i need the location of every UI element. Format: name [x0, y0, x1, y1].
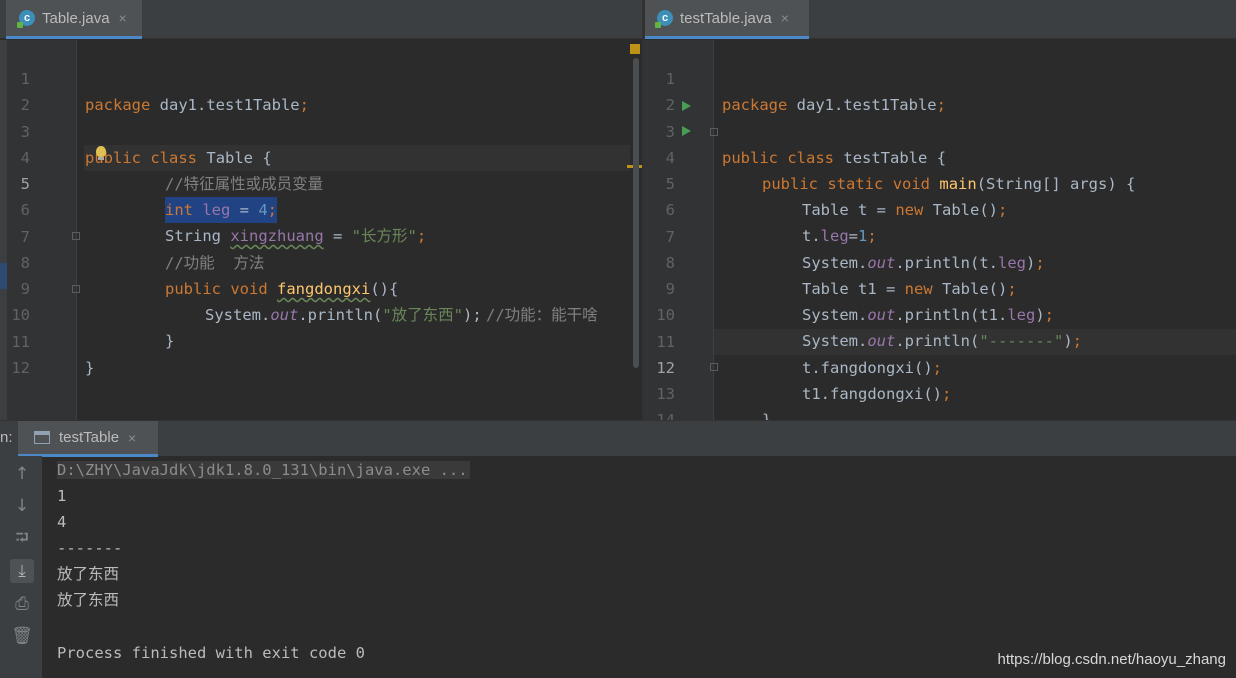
- java-class-icon: c: [655, 10, 673, 28]
- code-line: 7 System.out.println(t.leg);: [665, 228, 1045, 272]
- close-icon[interactable]: ×: [128, 430, 136, 446]
- code-line: 11 }: [11, 333, 95, 377]
- scroll-to-end-icon[interactable]: ⤓: [10, 559, 34, 583]
- console-icon: [34, 431, 50, 444]
- code-line: 11 t.fangdongxi();: [656, 333, 942, 377]
- tab-testtable-java[interactable]: c testTable.java ×: [645, 0, 809, 39]
- console-line: -------: [57, 539, 123, 557]
- code-line: 1 package day1.test1Table;: [665, 70, 946, 114]
- code-line: 9 System.out.println(t1.leg);: [665, 280, 1054, 324]
- warning-marker-icon[interactable]: [630, 44, 640, 54]
- console-line: Process finished with exit code 0: [57, 644, 365, 662]
- console-line: 放了东西: [57, 591, 120, 609]
- fold-icon[interactable]: [72, 285, 80, 293]
- run-tab-label: testTable: [59, 429, 120, 446]
- print-icon[interactable]: ⎙: [10, 592, 34, 616]
- run-tab-testtable[interactable]: testTable ×: [18, 421, 158, 457]
- vertical-scrollbar[interactable]: [631, 58, 641, 368]
- close-icon[interactable]: ×: [781, 10, 789, 26]
- run-gutter-icon[interactable]: [682, 126, 691, 136]
- code-line: 12 t1.fangdongxi();: [656, 359, 952, 403]
- code-line: 4 //特征属性或成员变量: [20, 149, 324, 193]
- code-line: 5 Table t = new Table();: [665, 175, 1008, 219]
- code-line: 3 public class testTable {: [665, 123, 947, 167]
- code-line: 13 }: [656, 385, 772, 420]
- lightbulb-icon[interactable]: [95, 146, 107, 164]
- fold-icon[interactable]: [72, 232, 80, 240]
- code-line: 4 public static void main(String[] args)…: [665, 149, 1136, 193]
- right-code-area[interactable]: 1 package day1.test1Table; 2 3 public cl…: [645, 40, 1236, 420]
- left-editor-pane: c Table.java × 1 package day1.test1Table…: [0, 0, 642, 420]
- code-line: 2: [20, 96, 30, 114]
- code-line: 12: [11, 359, 30, 377]
- left-tab-bar: c Table.java ×: [0, 0, 642, 39]
- code-line: 10 }: [11, 306, 175, 350]
- arrow-down-icon[interactable]: ↓: [10, 494, 34, 518]
- run-tool-window: n: testTable × ↑ ↓ ⮒ ⤓ ⎙ 🗑 D:\ZHY\JavaJd…: [0, 420, 1236, 678]
- code-line: 1 package day1.test1Table;: [20, 70, 309, 114]
- arrow-up-icon[interactable]: ↑: [10, 462, 34, 486]
- fold-icon[interactable]: [710, 128, 718, 136]
- java-command: D:\ZHY\JavaJdk\jdk1.8.0_131\bin\java.exe…: [57, 461, 470, 479]
- fold-icon[interactable]: [710, 363, 718, 371]
- trash-icon[interactable]: 🗑: [10, 624, 34, 648]
- code-line: 3 public class Table {: [20, 123, 272, 167]
- run-toolbar: ↑ ↓ ⮒ ⤓ ⎙ 🗑: [0, 456, 42, 678]
- tab-label: testTable.java: [680, 9, 772, 27]
- code-line: 2: [665, 96, 675, 114]
- console-output[interactable]: D:\ZHY\JavaJdk\jdk1.8.0_131\bin\java.exe…: [42, 456, 1236, 678]
- code-line: 14 }: [656, 411, 675, 420]
- java-class-icon: c: [17, 10, 35, 28]
- left-code-area[interactable]: 1 package day1.test1Table; 2 3 public cl…: [0, 40, 642, 420]
- code-line: 6 String xingzhuang = "长方形";: [20, 201, 427, 245]
- run-gutter-icon[interactable]: [682, 101, 691, 111]
- code-line: 7 //功能 方法: [20, 228, 265, 272]
- tab-table-java[interactable]: c Table.java ×: [6, 0, 142, 39]
- code-line: 6 t.leg=1;: [665, 201, 877, 245]
- tab-label: Table.java: [42, 9, 110, 27]
- close-icon[interactable]: ×: [119, 10, 127, 26]
- code-line: 8 Table t1 = new Table();: [665, 254, 1017, 298]
- console-line: D:\ZHY\JavaJdk\jdk1.8.0_131\bin\java.exe…: [57, 457, 470, 483]
- code-line: 8 public void fangdongxi(){ //功能：能干啥: [20, 254, 598, 324]
- soft-wrap-icon[interactable]: ⮒: [10, 527, 34, 551]
- right-editor-pane: c testTable.java × 1 package day1.test1T…: [645, 0, 1236, 420]
- watermark: https://blog.csdn.net/haoyu_zhang: [997, 651, 1226, 668]
- code-line: 10 System.out.println("-------");: [656, 306, 1083, 350]
- code-line: 9 System.out.println("放了东西");: [20, 280, 482, 324]
- run-header: n: testTable ×: [0, 420, 1236, 457]
- code-line: 15: [645, 408, 1236, 420]
- right-tab-bar: c testTable.java ×: [645, 0, 1236, 39]
- console-line: 放了东西: [57, 565, 120, 583]
- run-label: n:: [0, 429, 13, 446]
- console-line: 4: [57, 513, 67, 531]
- console-line: 1: [57, 487, 67, 505]
